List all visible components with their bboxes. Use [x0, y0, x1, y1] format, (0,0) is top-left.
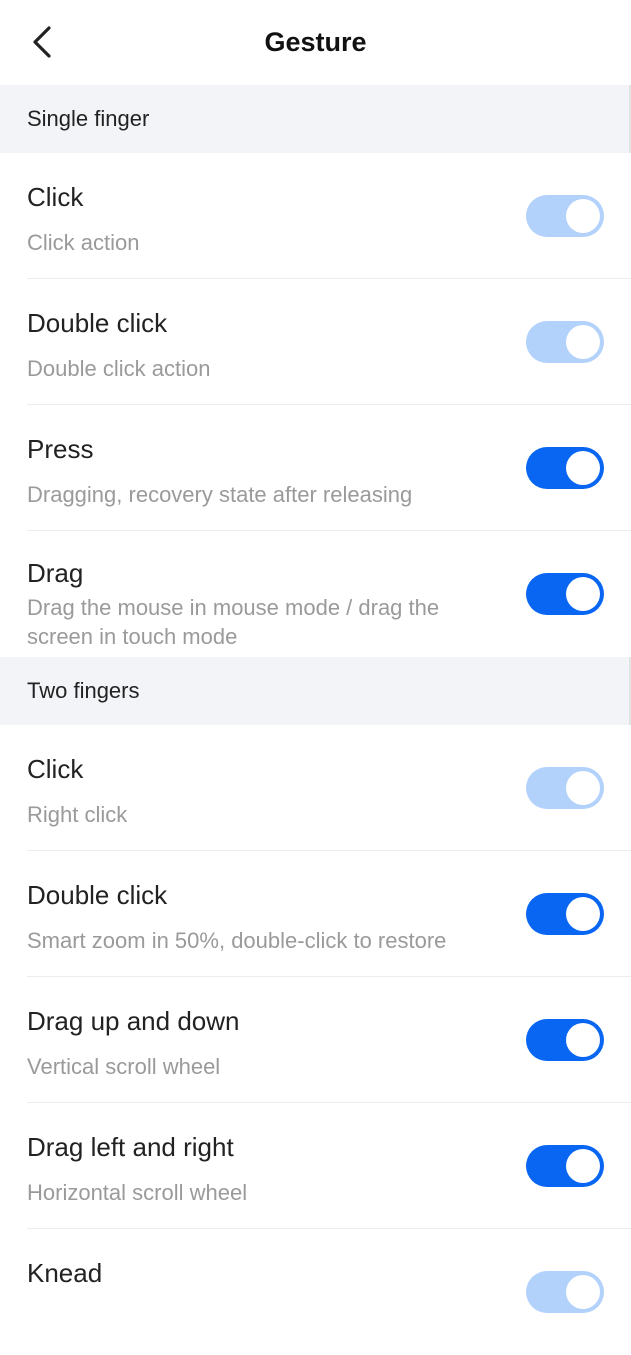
- two-drag-horizontal-toggle[interactable]: [526, 1145, 604, 1187]
- setting-title: Press: [27, 434, 94, 464]
- toggle-knob: [566, 897, 600, 931]
- section-header-two-fingers: Two fingers: [0, 657, 631, 725]
- toggle-knob: [566, 451, 600, 485]
- toggle-knob: [566, 1275, 600, 1309]
- setting-row-single-press: Press Dragging, recovery state after rel…: [0, 405, 631, 531]
- setting-subtitle: Drag the mouse in mouse mode / drag the …: [27, 595, 440, 649]
- setting-subtitle: Click action: [27, 230, 140, 255]
- setting-title: Click: [27, 754, 84, 784]
- two-click-toggle[interactable]: [526, 767, 604, 809]
- single-double-click-toggle[interactable]: [526, 321, 604, 363]
- setting-title: Double click: [27, 308, 168, 338]
- setting-subtitle: Horizontal scroll wheel: [27, 1180, 248, 1205]
- setting-row-two-knead: Knead: [0, 1229, 631, 1355]
- section-header-single-finger: Single finger: [0, 85, 631, 153]
- setting-subtitle: Dragging, recovery state after releasing: [27, 482, 413, 507]
- setting-row-two-drag-horizontal: Drag left and right Horizontal scroll wh…: [0, 1103, 631, 1229]
- toggle-knob: [566, 771, 600, 805]
- setting-subtitle: Vertical scroll wheel: [27, 1054, 221, 1079]
- toggle-knob: [566, 1023, 600, 1057]
- setting-row-two-double-click: Double click Smart zoom in 50%, double-c…: [0, 851, 631, 977]
- single-click-toggle[interactable]: [526, 195, 604, 237]
- toggle-knob: [566, 325, 600, 359]
- setting-row-single-double-click: Double click Double click action: [0, 279, 631, 405]
- toggle-knob: [566, 1149, 600, 1183]
- setting-row-two-click: Click Right click: [0, 725, 631, 851]
- setting-row-two-drag-vertical: Drag up and down Vertical scroll wheel: [0, 977, 631, 1103]
- setting-subtitle: Double click action: [27, 356, 211, 381]
- single-press-toggle[interactable]: [526, 447, 604, 489]
- setting-title: Drag up and down: [27, 1006, 240, 1036]
- toggle-knob: [566, 577, 600, 611]
- single-drag-toggle[interactable]: [526, 573, 604, 615]
- setting-title: Knead: [27, 1258, 103, 1288]
- setting-title: Drag: [27, 558, 84, 588]
- page-title: Gesture: [264, 27, 367, 57]
- setting-row-single-click: Click Click action: [0, 153, 631, 279]
- setting-title: Click: [27, 182, 84, 212]
- setting-subtitle: Smart zoom in 50%, double-click to resto…: [27, 928, 447, 953]
- setting-title: Double click: [27, 880, 168, 910]
- toggle-knob: [566, 199, 600, 233]
- two-drag-vertical-toggle[interactable]: [526, 1019, 604, 1061]
- top-app-bar: Gesture: [0, 0, 631, 85]
- two-double-click-toggle[interactable]: [526, 893, 604, 935]
- setting-row-single-drag: Drag Drag the mouse in mouse mode / drag…: [0, 531, 631, 657]
- two-knead-toggle[interactable]: [526, 1271, 604, 1313]
- setting-subtitle: Right click: [27, 802, 128, 827]
- setting-title: Drag left and right: [27, 1132, 234, 1162]
